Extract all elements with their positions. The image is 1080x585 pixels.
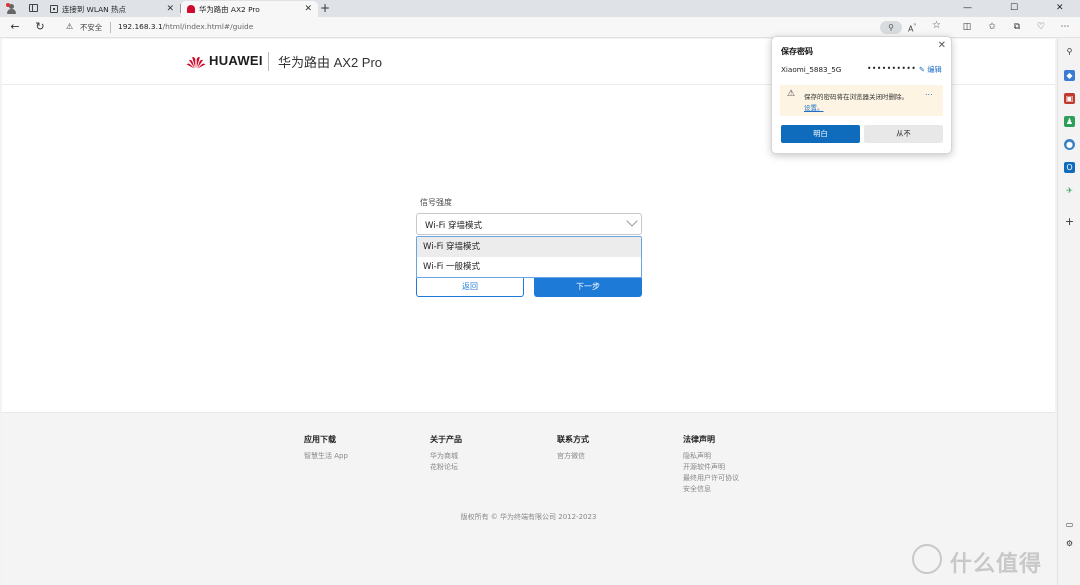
footer-heading: 联系方式 xyxy=(557,435,589,444)
signal-strength-label: 信号强度 xyxy=(420,198,452,207)
search-icon[interactable]: ⚲ xyxy=(1064,46,1075,57)
copyright-text: 版权所有 © 华为终端有限公司 2012-2023 xyxy=(460,513,597,521)
huawei-icon xyxy=(187,5,195,13)
close-window-button[interactable]: ✕ xyxy=(1056,0,1064,17)
security-status[interactable]: 不安全 xyxy=(80,22,102,33)
browser-essentials-icon[interactable]: ♡ xyxy=(1034,20,1048,34)
footer-link[interactable]: 花粉论坛 xyxy=(430,462,462,473)
settings-gear-icon[interactable]: ⚙ xyxy=(1064,538,1075,549)
back-button[interactable]: 返回 xyxy=(416,276,524,297)
favorite-star-icon[interactable]: ☆ xyxy=(932,20,941,31)
minimize-button[interactable]: — xyxy=(963,0,972,17)
microsoft-365-icon[interactable]: ● xyxy=(1064,139,1075,150)
next-button[interactable]: 下一步 xyxy=(534,276,642,297)
more-menu-icon[interactable]: ⋯ xyxy=(1058,20,1072,34)
chevron-down-icon xyxy=(626,215,638,227)
warning-icon[interactable]: ⚠ xyxy=(66,22,73,31)
footer-link[interactable]: 隐私声明 xyxy=(683,451,739,462)
url-path: /html/index.html#/guide xyxy=(162,22,254,31)
back-arrow-icon[interactable]: ← xyxy=(7,19,23,35)
split-screen-icon[interactable]: ◫ xyxy=(960,20,974,34)
browser-toolbar: ← ↻ ⚠ 不安全 192.168.3.1/html/index.html#/g… xyxy=(0,17,1080,38)
popup-title: 保存密码 xyxy=(781,47,813,56)
favorites-icon[interactable]: ✩ xyxy=(985,20,999,34)
maximize-button[interactable]: ☐ xyxy=(1010,0,1018,17)
tab-actions-icon[interactable] xyxy=(29,4,38,12)
sidebar-layout-icon[interactable]: ▭ xyxy=(1064,519,1075,530)
tab-huawei-router[interactable]: 华为路由 AX2 Pro ✕ xyxy=(181,1,318,17)
footer-link[interactable]: 官方微信 xyxy=(557,451,589,462)
saved-password-mask: •••••••••• xyxy=(867,64,917,73)
warning-icon: ⚠ xyxy=(787,89,796,99)
pencil-icon: ✎ xyxy=(919,65,926,74)
wifi-icon xyxy=(50,5,58,13)
edge-sidebar: ⚲ ◆ ▣ ♟ ● O ✈ + ▭ ⚙ xyxy=(1057,38,1080,585)
never-button[interactable]: 从不 xyxy=(864,125,943,143)
footer-link[interactable]: 华为商城 xyxy=(430,451,462,462)
dropdown-option-normal-mode[interactable]: Wi-Fi 一般模式 xyxy=(417,257,641,277)
saved-username: Xiaomi_5883_5G xyxy=(781,65,842,74)
more-options-icon[interactable]: ... xyxy=(925,88,933,97)
footer-link[interactable]: 安全信息 xyxy=(683,484,739,495)
footer-column-legal: 法律声明 隐私声明 开源软件声明 最终用户许可协议 安全信息 xyxy=(683,434,739,495)
page-footer: 应用下载 智慧生活 App 关于产品 华为商城 花粉论坛 联系方式 官方微信 法… xyxy=(2,412,1055,585)
footer-column-app-download: 应用下载 智慧生活 App xyxy=(304,434,348,462)
footer-link[interactable]: 开源软件声明 xyxy=(683,462,739,473)
profile-icon[interactable] xyxy=(6,3,17,14)
close-icon[interactable]: ✕ xyxy=(938,40,946,51)
tab-label: 连接到 WLAN 热点 xyxy=(62,5,126,14)
brand-name: HUAWEI xyxy=(209,53,263,68)
key-icon[interactable]: ⚲ xyxy=(880,21,902,34)
smzdm-watermark: 什么值得买 xyxy=(912,544,1062,585)
got-it-button[interactable]: 明白 xyxy=(781,125,860,143)
tools-icon[interactable]: ▣ xyxy=(1064,93,1075,104)
new-tab-button[interactable]: + xyxy=(320,1,330,15)
footer-column-contact: 联系方式 官方微信 xyxy=(557,434,589,462)
edit-label: 编辑 xyxy=(927,65,942,74)
read-aloud-icon[interactable]: Aⁿ xyxy=(908,22,916,34)
huawei-logo-icon xyxy=(186,57,206,69)
footer-heading: 法律声明 xyxy=(683,435,715,444)
warning-text: 保存的密码将在浏览器关闭时删除。 xyxy=(804,93,908,101)
header-divider xyxy=(268,52,269,71)
password-warning-box: ⚠ 保存的密码将在浏览器关闭时删除。 设置。 ... xyxy=(780,85,943,116)
signal-strength-select[interactable]: Wi-Fi 穿墙模式 xyxy=(416,213,642,235)
product-name: 华为路由 AX2 Pro xyxy=(278,55,383,70)
dropdown-option-wall-mode[interactable]: Wi-Fi 穿墙模式 xyxy=(417,237,641,257)
outlook-icon[interactable]: O xyxy=(1064,162,1075,173)
save-password-popup: 保存密码 ✕ Xiaomi_5883_5G •••••••••• ✎ 编辑 ⚠ … xyxy=(771,36,952,154)
browser-tab-strip: 连接到 WLAN 热点 ✕ 华为路由 AX2 Pro ✕ + — ☐ ✕ xyxy=(0,0,1080,17)
collections-icon[interactable]: ⧉ xyxy=(1010,20,1024,34)
url-host: 192.168.3.1 xyxy=(118,22,163,31)
address-divider xyxy=(110,22,111,33)
footer-column-about-product: 关于产品 华为商城 花粉论坛 xyxy=(430,434,462,473)
drop-icon[interactable]: ✈ xyxy=(1064,185,1075,196)
close-tab-icon[interactable]: ✕ xyxy=(304,3,312,15)
footer-link[interactable]: 智慧生活 App xyxy=(304,451,348,462)
settings-link[interactable]: 设置。 xyxy=(804,102,824,112)
signal-strength-dropdown: Wi-Fi 穿墙模式 Wi-Fi 一般模式 xyxy=(416,236,642,278)
tab-label: 华为路由 AX2 Pro xyxy=(199,5,260,14)
url-text[interactable]: 192.168.3.1/html/index.html#/guide xyxy=(118,22,253,31)
address-bar[interactable]: ⚠ 不安全 192.168.3.1/html/index.html#/guide… xyxy=(58,20,958,35)
footer-link[interactable]: 最终用户许可协议 xyxy=(683,473,739,484)
edit-password-button[interactable]: ✎ 编辑 xyxy=(919,65,942,75)
close-tab-icon[interactable]: ✕ xyxy=(166,3,174,15)
footer-heading: 应用下载 xyxy=(304,435,336,444)
shopping-icon[interactable]: ◆ xyxy=(1064,70,1075,81)
games-icon[interactable]: ♟ xyxy=(1064,116,1075,127)
refresh-icon[interactable]: ↻ xyxy=(32,19,48,35)
watermark-text: 什么值得买 xyxy=(950,552,1043,585)
tab-wlan-hotspot[interactable]: 连接到 WLAN 热点 ✕ xyxy=(44,1,180,17)
add-sidebar-icon[interactable]: + xyxy=(1064,216,1075,227)
footer-heading: 关于产品 xyxy=(430,435,462,444)
select-value: Wi-Fi 穿墙模式 xyxy=(425,221,482,231)
watermark-logo-icon xyxy=(912,544,942,574)
